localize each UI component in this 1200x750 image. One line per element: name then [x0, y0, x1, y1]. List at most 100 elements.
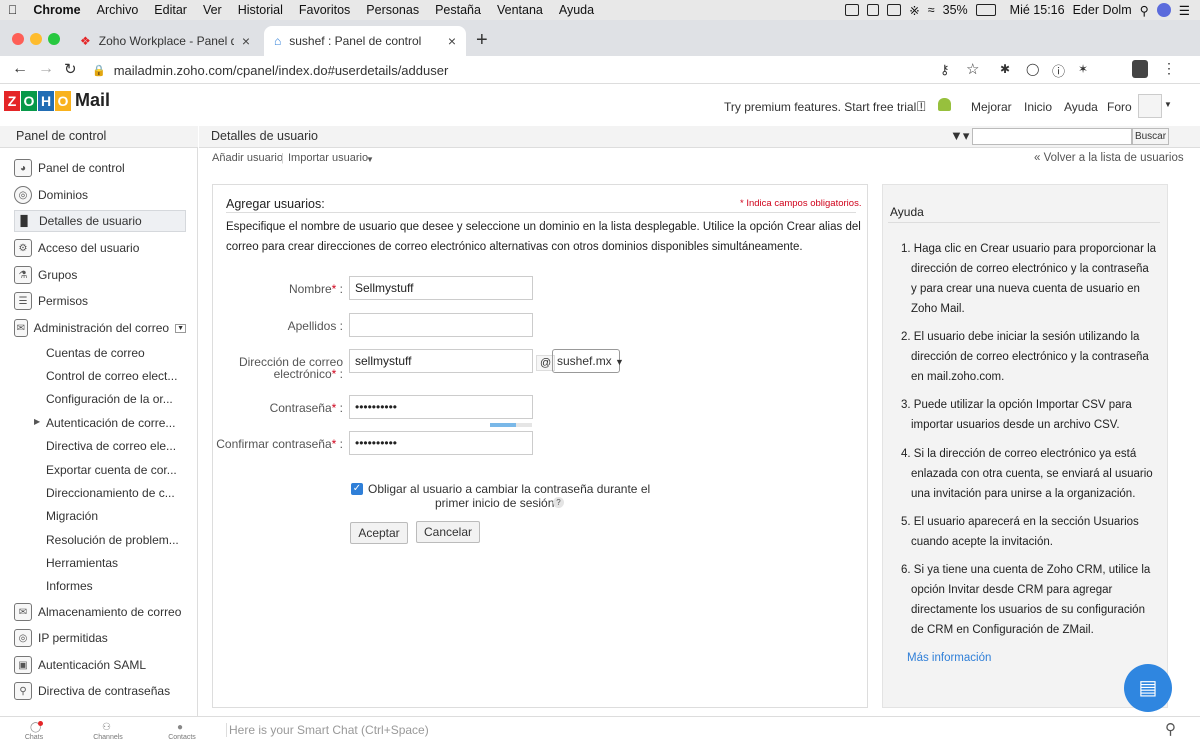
- wifi-icon[interactable]: ≈: [928, 3, 935, 17]
- sidebar-subitem[interactable]: Control de correo elect...: [46, 369, 177, 383]
- chevron-down-icon[interactable]: ▼: [1164, 100, 1172, 109]
- confirm-password-input[interactable]: [349, 431, 533, 455]
- link-foro[interactable]: Foro: [1107, 100, 1132, 114]
- back-to-list-link[interactable]: « Volver a la lista de usuarios: [1034, 152, 1184, 164]
- close-tab-icon[interactable]: ×: [242, 33, 250, 49]
- add-user-link[interactable]: Añadir usuario: [212, 152, 283, 164]
- last-name-input[interactable]: [349, 313, 533, 337]
- force-change-label[interactable]: Obligar al usuario a cambiar la contrase…: [368, 482, 650, 496]
- menu-archivo[interactable]: Archivo: [89, 3, 147, 17]
- accept-button[interactable]: Aceptar: [350, 522, 408, 544]
- menu-ver[interactable]: Ver: [195, 3, 230, 17]
- premium-link[interactable]: Try premium features. Start free trial !: [724, 100, 923, 114]
- force-change-label[interactable]: primer inicio de sesión.: [435, 496, 558, 510]
- sidebar-subitem[interactable]: Autenticación de corre...: [46, 416, 175, 430]
- contacts-label[interactable]: Contacts: [162, 734, 202, 741]
- sidebar-subitem[interactable]: Resolución de problem...: [46, 533, 179, 547]
- video-icon[interactable]: [845, 4, 860, 16]
- channels-label[interactable]: Channels: [88, 734, 128, 741]
- chat-bubble-button[interactable]: ▤: [1124, 664, 1172, 712]
- collapse-icon[interactable]: ▼: [175, 323, 186, 333]
- menu-personas[interactable]: Personas: [358, 3, 427, 17]
- sidebar-subitem[interactable]: Configuración de la or...: [46, 392, 173, 406]
- chrome-menu-icon[interactable]: ⋮: [1162, 60, 1176, 77]
- cancel-button[interactable]: Cancelar: [416, 521, 480, 543]
- password-input[interactable]: [349, 395, 533, 419]
- tab-zoho-workplace[interactable]: ❖ Zoho Workplace - Panel de con ×: [70, 26, 260, 56]
- search-icon[interactable]: ⚲: [1165, 720, 1176, 738]
- grid-icon[interactable]: [867, 4, 880, 16]
- spotlight-icon[interactable]: ⚲: [1140, 3, 1149, 18]
- force-change-checkbox[interactable]: ✓: [351, 483, 363, 495]
- zoom-window-button[interactable]: [48, 33, 60, 45]
- first-name-input[interactable]: [349, 276, 533, 300]
- new-tab-icon[interactable]: +: [476, 29, 488, 52]
- extension-icon[interactable]: ✱: [1000, 62, 1010, 76]
- sidebar-subitem[interactable]: Cuentas de correo: [46, 346, 145, 360]
- tab-panel-control[interactable]: ⌂ sushef : Panel de control ×: [264, 26, 466, 56]
- sidebar-item-groups[interactable]: ⚗ Grupos: [14, 264, 186, 286]
- clock[interactable]: Mié 15:16: [1010, 3, 1065, 17]
- link-inicio[interactable]: Inicio: [1024, 100, 1052, 114]
- sidebar-item-mail-admin[interactable]: ✉ Administración del correo ▼: [14, 317, 186, 339]
- chats-label[interactable]: Chats: [14, 734, 54, 741]
- sidebar-subitem[interactable]: Herramientas: [46, 556, 118, 570]
- user-avatar[interactable]: [1138, 94, 1162, 118]
- smartchat-input[interactable]: Here is your Smart Chat (Ctrl+Space): [226, 723, 429, 737]
- airplay-icon[interactable]: [887, 4, 902, 16]
- menu-ayuda[interactable]: Ayuda: [551, 3, 602, 17]
- profile-avatar[interactable]: [1132, 60, 1148, 78]
- more-info-link[interactable]: Más información: [907, 652, 991, 664]
- menu-historial[interactable]: Historial: [230, 3, 291, 17]
- caret-right-icon[interactable]: ▶: [34, 417, 40, 426]
- forward-icon[interactable]: →: [38, 60, 54, 78]
- close-tab-icon[interactable]: ×: [448, 33, 456, 49]
- minimize-window-button[interactable]: [30, 33, 42, 45]
- close-window-button[interactable]: [12, 33, 24, 45]
- bluetooth-icon[interactable]: ※: [909, 3, 919, 18]
- bookmark-star-icon[interactable]: ☆: [966, 60, 979, 78]
- channels-icon[interactable]: ⚇: [102, 722, 111, 733]
- link-mejorar[interactable]: Mejorar: [971, 100, 1012, 114]
- sidebar-item-saml[interactable]: ▣ Autenticación SAML: [14, 654, 186, 676]
- puzzle-icon[interactable]: ✶: [1078, 62, 1088, 76]
- sidebar-item-user-details[interactable]: █ Detalles de usuario: [14, 210, 186, 232]
- sidebar-item-password-policy[interactable]: ⚲ Directiva de contraseñas: [14, 680, 186, 702]
- sidebar-subitem[interactable]: Informes: [46, 579, 93, 593]
- search-button[interactable]: Buscar: [1132, 128, 1169, 145]
- battery-icon[interactable]: [975, 4, 996, 16]
- apple-icon[interactable]: : [0, 3, 25, 17]
- search-input[interactable]: [972, 128, 1132, 145]
- info-icon[interactable]: ⓘ: [1052, 61, 1065, 80]
- filter-icon[interactable]: ▼▾: [950, 128, 969, 144]
- record-icon[interactable]: ◯: [1026, 62, 1039, 76]
- back-icon[interactable]: ←: [12, 60, 28, 78]
- notification-icon[interactable]: ☰: [1179, 3, 1190, 18]
- sidebar-subitem[interactable]: Direccionamiento de c...: [46, 486, 175, 500]
- menu-app[interactable]: Chrome: [25, 3, 88, 17]
- menu-editar[interactable]: Editar: [146, 3, 195, 17]
- menu-favoritos[interactable]: Favoritos: [291, 3, 358, 17]
- email-input[interactable]: [349, 349, 533, 373]
- contacts-icon[interactable]: ●: [177, 722, 183, 733]
- menu-pestana[interactable]: Pestaña: [427, 3, 489, 17]
- url-text[interactable]: mailadmin.zoho.com/cpanel/index.do#userd…: [114, 63, 449, 78]
- zoho-mail-logo[interactable]: Z O H O Mail: [4, 90, 110, 111]
- apple-icon[interactable]: : [916, 98, 927, 114]
- sidebar-item-domains[interactable]: ◎ Dominios: [14, 184, 186, 206]
- siri-icon[interactable]: [1156, 3, 1171, 17]
- sidebar-item-permissions[interactable]: ☰ Permisos: [14, 290, 186, 312]
- help-icon[interactable]: ?: [553, 497, 564, 508]
- sidebar-subitem[interactable]: Migración: [46, 509, 98, 523]
- sidebar-item-panel[interactable]: ◕ Panel de control: [14, 157, 186, 179]
- sidebar-item-allowed-ip[interactable]: ◎ IP permitidas: [14, 627, 186, 649]
- address-bar[interactable]: 🔒 mailadmin.zoho.com/cpanel/index.do#use…: [92, 58, 992, 82]
- menu-ventana[interactable]: Ventana: [489, 3, 551, 17]
- sidebar-subitem[interactable]: Directiva de correo ele...: [46, 439, 176, 453]
- domain-select[interactable]: sushef.mx ▼: [552, 349, 624, 373]
- link-ayuda[interactable]: Ayuda: [1064, 100, 1098, 114]
- user-name[interactable]: Eder Dolm: [1073, 3, 1132, 17]
- chevron-down-icon[interactable]: ▼: [366, 155, 374, 164]
- reload-icon[interactable]: ↻: [64, 60, 77, 78]
- sidebar-item-user-access[interactable]: ⚙ Acceso del usuario: [14, 237, 186, 259]
